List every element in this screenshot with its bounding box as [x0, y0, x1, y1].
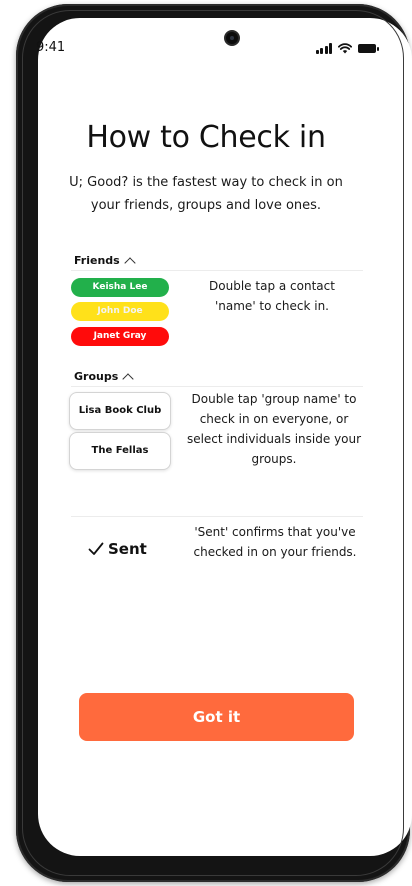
- group-card-the-fellas[interactable]: The Fellas: [69, 432, 171, 470]
- chevron-up-icon: [124, 256, 136, 269]
- contact-pill-john-doe[interactable]: John Doe: [71, 302, 169, 321]
- status-bar: 9:41: [36, 40, 379, 60]
- sent-indicator: Sent: [88, 540, 147, 558]
- sent-description: 'Sent' confirms that you've checked in o…: [193, 525, 357, 559]
- sent-divider: [71, 516, 363, 517]
- groups-divider: [71, 386, 363, 387]
- friends-divider: [71, 270, 363, 271]
- sent-label: Sent: [108, 540, 147, 558]
- groups-heading: Groups: [74, 370, 119, 383]
- front-camera: [224, 30, 240, 46]
- status-time: 9:41: [36, 40, 66, 55]
- groups-description: Double tap 'group name' to check in on e…: [186, 392, 362, 466]
- group-card-lisa-book-club[interactable]: Lisa Book Club: [69, 392, 171, 430]
- friends-heading: Friends: [74, 254, 120, 267]
- friends-section-header[interactable]: Friends: [74, 254, 136, 269]
- page-title: How to Check in: [86, 120, 326, 155]
- contact-pill-janet-gray[interactable]: Janet Gray: [71, 327, 169, 346]
- status-icons: [315, 43, 379, 54]
- friends-description: Double tap a contact 'name' to check in.: [209, 279, 335, 313]
- wifi-icon: [338, 43, 352, 54]
- chevron-up-icon: [122, 372, 134, 385]
- page-subtitle: U; Good? is the fastest way to check in …: [69, 175, 343, 213]
- checkmark-icon: [88, 542, 104, 555]
- got-it-button[interactable]: Got it: [79, 693, 354, 741]
- contact-pill-keisha-lee[interactable]: Keisha Lee: [71, 278, 169, 297]
- battery-icon: [358, 44, 379, 53]
- signal-icon: [315, 43, 332, 54]
- groups-section-header[interactable]: Groups: [74, 370, 134, 385]
